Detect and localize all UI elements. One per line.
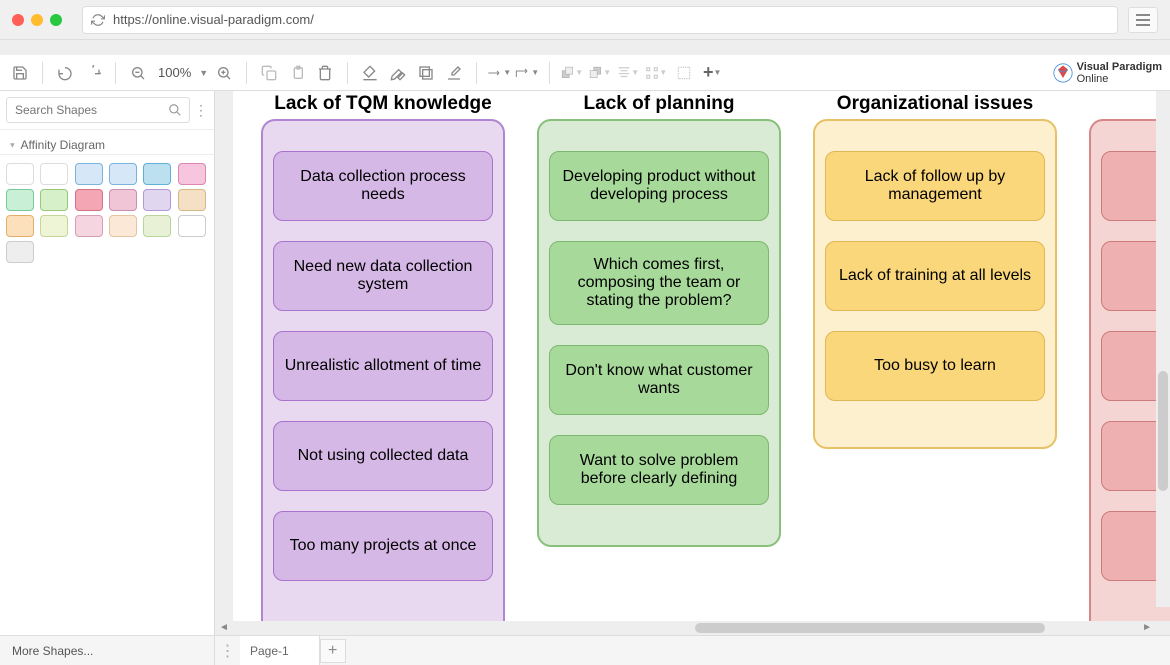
send-back-button[interactable]: ▼: [588, 61, 612, 85]
affinity-column[interactable]: Lack of planningDeveloping product witho…: [537, 119, 781, 547]
affinity-card[interactable]: Too busy to learn: [825, 331, 1045, 401]
shape-thumb[interactable]: [109, 189, 137, 211]
shapes-palette: [0, 155, 214, 271]
shape-thumb[interactable]: [75, 189, 103, 211]
more-shapes-button[interactable]: More Shapes...: [0, 636, 215, 665]
shape-group-header[interactable]: Affinity Diagram: [0, 130, 214, 155]
browser-bar: [0, 0, 1170, 40]
app-header-spacer: [0, 40, 1170, 55]
affinity-card[interactable]: Which comes first, composing the team or…: [549, 241, 769, 325]
brand: Visual ParadigmOnline: [1053, 61, 1162, 85]
scrollbar-horizontal[interactable]: [445, 621, 1140, 635]
maximize-window-icon[interactable]: [50, 14, 62, 26]
affinity-card[interactable]: Not using collected data: [273, 421, 493, 491]
add-button[interactable]: +▼: [700, 61, 724, 85]
shape-thumb[interactable]: [40, 189, 68, 211]
shape-thumb[interactable]: [40, 163, 68, 185]
line-button[interactable]: ▼: [487, 61, 511, 85]
shape-thumb[interactable]: [143, 189, 171, 211]
delete-button[interactable]: [313, 61, 337, 85]
column-title: Lack of planning: [539, 93, 779, 115]
affinity-card[interactable]: Lack of follow up by management: [825, 151, 1045, 221]
copy-button[interactable]: [257, 61, 281, 85]
affinity-card[interactable]: Unrealistic allotment of time: [273, 331, 493, 401]
canvas-area: Lack of TQM knowledge Data collection pro…: [215, 91, 1170, 635]
save-button[interactable]: [8, 61, 32, 85]
scroll-right-icon[interactable]: ►: [1142, 622, 1152, 633]
scrollbar-vertical[interactable]: [1156, 91, 1170, 607]
shape-thumb[interactable]: [6, 189, 34, 211]
minimize-window-icon[interactable]: [31, 14, 43, 26]
shape-thumb[interactable]: [75, 215, 103, 237]
scroll-left-icon[interactable]: ◄: [219, 622, 229, 633]
shape-thumb[interactable]: [178, 215, 206, 237]
connector-button[interactable]: ▼: [515, 61, 539, 85]
search-icon[interactable]: [168, 103, 182, 117]
footer: More Shapes... ⋮ Page-1 +: [0, 635, 1170, 665]
shape-thumb[interactable]: [75, 163, 103, 185]
affinity-card[interactable]: Need new data collection system: [273, 241, 493, 311]
distribute-button[interactable]: ▼: [644, 61, 668, 85]
stroke-button[interactable]: [386, 61, 410, 85]
affinity-card[interactable]: Lack of training at all levels: [825, 241, 1045, 311]
refresh-icon[interactable]: [91, 13, 105, 27]
shape-thumb[interactable]: [109, 215, 137, 237]
affinity-card[interactable]: Developing product without developing pr…: [549, 151, 769, 221]
shadow-button[interactable]: [414, 61, 438, 85]
fill-button[interactable]: [358, 61, 382, 85]
align-button[interactable]: ▼: [616, 61, 640, 85]
column-title: Lack of TQM knowledge: [263, 93, 503, 115]
add-page-button[interactable]: +: [320, 639, 346, 663]
toolbar: 100% ▼ ▼ ▼ ▼ ▼ ▼ ▼ +▼ Visual ParadigmOnl…: [0, 55, 1170, 91]
url-input[interactable]: [113, 12, 1109, 27]
zoom-level[interactable]: 100%: [154, 65, 195, 80]
search-options-icon[interactable]: ⋮: [194, 102, 208, 119]
affinity-card[interactable]: Data collection process needs: [273, 151, 493, 221]
page-tab[interactable]: Page-1: [240, 636, 320, 665]
affinity-column[interactable]: Organizational issuesLack of follow up b…: [813, 119, 1057, 449]
browser-menu-button[interactable]: [1128, 7, 1158, 33]
affinity-card[interactable]: Don't know what customer wants: [549, 345, 769, 415]
column-title: Organizational issues: [815, 93, 1055, 115]
affinity-column[interactable]: Lack of TQM knowledgeData collection pro…: [261, 119, 505, 621]
bring-front-button[interactable]: ▼: [560, 61, 584, 85]
zoom-in-button[interactable]: [212, 61, 236, 85]
format-painter-button[interactable]: [442, 61, 466, 85]
sidebar: ⋮ Affinity Diagram: [0, 91, 215, 635]
canvas[interactable]: Lack of TQM knowledge Data collection pro…: [233, 91, 1170, 621]
shape-thumb[interactable]: [178, 163, 206, 185]
undo-button[interactable]: [53, 61, 77, 85]
shape-thumb[interactable]: [178, 189, 206, 211]
shape-thumb[interactable]: [40, 215, 68, 237]
paste-button[interactable]: [285, 61, 309, 85]
zoom-out-button[interactable]: [126, 61, 150, 85]
shape-thumb[interactable]: [6, 163, 34, 185]
affinity-card[interactable]: Want to solve problem before clearly def…: [549, 435, 769, 505]
shape-thumb[interactable]: [109, 163, 137, 185]
shape-thumb[interactable]: [6, 215, 34, 237]
affinity-card[interactable]: Too many projects at once: [273, 511, 493, 581]
shape-thumb[interactable]: [143, 163, 171, 185]
select-button[interactable]: [672, 61, 696, 85]
redo-button[interactable]: [81, 61, 105, 85]
close-window-icon[interactable]: [12, 14, 24, 26]
shape-thumb[interactable]: [6, 241, 34, 263]
tab-grip-icon[interactable]: ⋮: [215, 641, 240, 661]
brand-logo-icon: [1053, 63, 1073, 83]
shape-thumb[interactable]: [143, 215, 171, 237]
address-bar[interactable]: [82, 6, 1118, 34]
search-shapes-input[interactable]: [6, 97, 190, 123]
window-controls: [12, 14, 62, 26]
